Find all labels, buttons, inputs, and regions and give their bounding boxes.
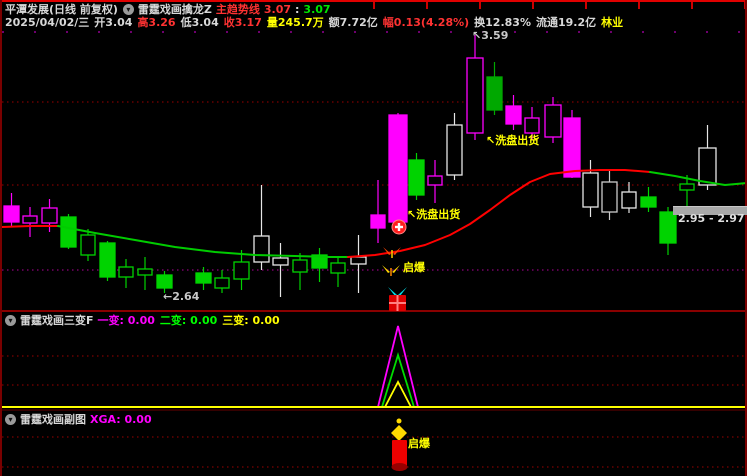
butterfly-icon: [385, 255, 391, 261]
gift-bow-icon: [388, 287, 397, 296]
candle-body: [545, 105, 561, 137]
candle-body: [680, 184, 694, 190]
candle-body: [100, 243, 115, 277]
candle-body: [660, 212, 676, 243]
candle-body: [293, 260, 307, 272]
candle-body: [331, 263, 345, 273]
stock-chart-window: 平潭发展(日线 前复权) ▾ 雷霆戏画擒龙Z 主趋势线 3.07:3.07 2025/0…: [0, 0, 747, 476]
spike-triangle: [378, 326, 418, 407]
candle-body: [641, 197, 656, 207]
candle-body: [506, 106, 521, 124]
candle-body: [138, 269, 152, 275]
collapse-icon-panel3[interactable]: ▾: [5, 414, 16, 425]
firecracker-icon: [397, 419, 402, 424]
header-line1: 平潭发展(日线 前复权) ▾ 雷霆戏画擒龙Z 主趋势线 3.07:3.07: [5, 3, 331, 16]
candle-body: [42, 208, 57, 223]
collapse-icon-main[interactable]: ▾: [123, 4, 134, 15]
candle-body: [564, 118, 580, 177]
main-chart-canvas[interactable]: [0, 0, 747, 476]
quote-field-10: 林业: [601, 16, 623, 29]
candle-body: [4, 206, 19, 222]
panel2-field-2: 三变: 0.00: [222, 314, 279, 327]
annotation-price-range-label: 2.95 - 2.97: [678, 213, 745, 225]
candle-body: [389, 115, 407, 222]
candle-body: [699, 148, 716, 185]
candle-body: [61, 217, 76, 247]
candle-body: [583, 173, 598, 207]
indicator-name-main[interactable]: 雷霆戏画擒龙Z: [138, 3, 212, 16]
butterfly-icon: [382, 265, 390, 273]
candle-body: [602, 182, 617, 212]
candle-body: [351, 257, 366, 264]
candle-body: [196, 273, 211, 283]
trend-close-value: 3.07: [303, 3, 330, 16]
annotation-washout-label-1: ↖洗盘出货: [486, 135, 539, 147]
trend-line-label: 主趋势线: [216, 3, 260, 16]
indicator-name-panel3[interactable]: 雷霆戏画副图: [20, 413, 86, 426]
trend-open-value: 3.07: [264, 3, 291, 16]
butterfly-icon: [392, 273, 398, 279]
firecracker-icon: [391, 425, 407, 441]
quote-field-6: 额7.72亿: [329, 16, 378, 29]
quote-field-4: 收3.17: [224, 16, 262, 29]
panel2-field-0: 一变: 0.00: [98, 314, 155, 327]
quote-field-1: 开3.04: [94, 16, 132, 29]
candle-body: [23, 216, 37, 223]
candle-body: [371, 215, 385, 228]
annotation-ignite-label-sub: 启爆: [408, 438, 430, 450]
quote-field-9: 流通19.2亿: [536, 16, 596, 29]
quote-field-3: 低3.04: [181, 16, 219, 29]
candle-body: [487, 77, 502, 110]
annotation-low-label: ←2.64: [163, 291, 199, 303]
chevron-down-icon: ▾: [5, 414, 16, 425]
quote-field-7: 幅0.13(4.28%): [383, 16, 469, 29]
stock-title: 平潭发展(日线 前复权): [5, 3, 118, 16]
candle-body: [428, 176, 442, 185]
butterfly-icon: [392, 265, 400, 273]
candle-body: [409, 160, 424, 195]
annotation-high-label: ↖3.59: [472, 30, 508, 42]
candle-body: [157, 275, 172, 288]
chevron-down-icon: ▾: [5, 315, 16, 326]
panel2-values: 一变: 0.00 二变: 0.00 三变: 0.00: [98, 314, 285, 327]
panel2-field-1: 二变: 0.00: [160, 314, 217, 327]
panel3-header: ▾ 雷霆戏画副图 XGA: 0.00: [4, 413, 157, 426]
quote-field-0: 2025/04/02/三: [5, 16, 89, 29]
candle-body: [447, 125, 462, 175]
candle-body: [234, 262, 249, 279]
candle-body: [273, 258, 288, 265]
panel3-field-0: XGA: 0.00: [90, 413, 152, 426]
quote-field-8: 换12.83%: [474, 16, 531, 29]
candle-body: [215, 278, 229, 288]
candle-body: [81, 235, 95, 255]
candle-body: [525, 118, 539, 133]
quote-field-5: 量245.7万: [267, 16, 324, 29]
indicator-name-panel2[interactable]: 雷霆戏画三变F: [20, 314, 94, 327]
annotation-washout-label-2: ↖洗盘出货: [407, 209, 460, 221]
candle-body: [467, 58, 483, 133]
firecracker-icon: [392, 440, 407, 466]
quote-field-2: 高3.26: [137, 16, 175, 29]
candle-body: [119, 267, 133, 277]
gift-bow-icon: [398, 287, 407, 296]
collapse-icon-panel2[interactable]: ▾: [5, 315, 16, 326]
annotation-ignite-label-main: 启爆: [403, 262, 425, 274]
chevron-down-icon: ▾: [123, 4, 134, 15]
panel3-values: XGA: 0.00: [90, 413, 157, 426]
panel2-header: ▾ 雷霆戏画三变F 一变: 0.00 二变: 0.00 三变: 0.00: [4, 314, 285, 327]
trend-line: [2, 226, 58, 227]
candle-body: [622, 192, 636, 208]
butterfly-icon: [393, 255, 399, 261]
quote-bar: 2025/04/02/三开3.04 高3.26 低3.04 收3.17 量245.7万额…: [5, 16, 628, 29]
candle-body: [254, 236, 269, 262]
trend-separator: :: [295, 3, 299, 16]
butterfly-icon: [384, 273, 390, 279]
